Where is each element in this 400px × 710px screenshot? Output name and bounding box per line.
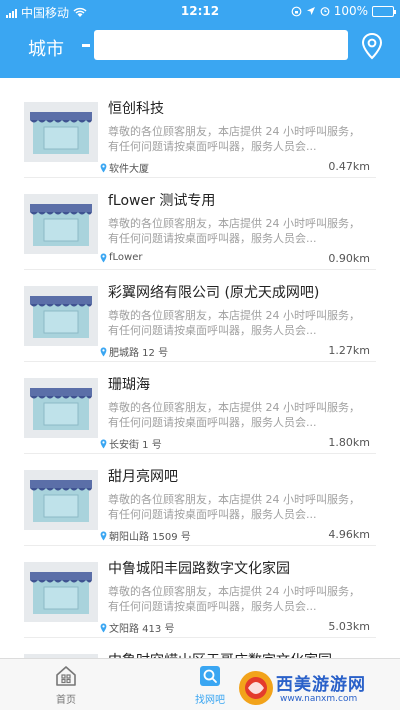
location-pin-icon[interactable] (360, 32, 384, 60)
store-distance: 0.47km (328, 160, 370, 173)
location-arrow-icon (306, 7, 315, 15)
store-thumbnail-icon (24, 378, 98, 438)
store-name: fLower 测试专用 (108, 193, 216, 209)
store-list: 恒创科技尊敬的各位顾客朋友，本店提供 24 小时呼叫服务，有任何问题请按桌面呼叫… (0, 78, 400, 658)
store-name: 甜月亮网吧 (108, 469, 178, 485)
store-description: 尊敬的各位顾客朋友，本店提供 24 小时呼叫服务，有任何问题请按桌面呼叫器，服务… (108, 493, 360, 521)
store-address: 软件大厦 (100, 160, 149, 175)
pin-icon (100, 347, 107, 356)
store-distance: 4.96km (328, 528, 370, 541)
store-description: 尊敬的各位顾客朋友，本店提供 24 小时呼叫服务，有任何问题请按桌面呼叫器，服务… (108, 309, 360, 337)
store-description: 尊敬的各位顾客朋友，本店提供 24 小时呼叫服务，有任何问题请按桌面呼叫器，服务… (108, 585, 360, 613)
alarm-icon (320, 7, 330, 16)
store-address-text: fLower (109, 252, 143, 263)
top-header: 城市 (0, 22, 400, 78)
status-bar: 中国移动 12:12 100% (0, 0, 400, 22)
store-description: 尊敬的各位顾客朋友，本店提供 24 小时呼叫服务，有任何问题请按桌面呼叫器，服务… (108, 217, 360, 245)
store-thumbnail-icon (24, 194, 98, 254)
rotation-lock-icon (291, 6, 302, 16)
store-address: 肥城路 12 号 (100, 344, 168, 359)
city-selector[interactable]: 城市 (28, 35, 64, 61)
store-address: 朝阳山路 1509 号 (100, 528, 191, 543)
store-name: 恒创科技 (108, 101, 164, 117)
store-list-item[interactable]: 中鲁时空崂山区于哥庄数字文化家园 (0, 638, 400, 658)
store-description: 尊敬的各位顾客朋友，本店提供 24 小时呼叫服务，有任何问题请按桌面呼叫器，服务… (108, 125, 360, 153)
store-distance: 1.80km (328, 436, 370, 449)
store-address-text: 朝阳山路 1509 号 (109, 532, 191, 543)
store-thumbnail-icon (24, 470, 98, 530)
store-thumbnail-icon (24, 286, 98, 346)
watermark-logo-icon (239, 671, 273, 705)
store-address-text: 软件大厦 (109, 164, 149, 175)
store-address-text: 肥城路 12 号 (109, 348, 169, 359)
search-store-icon (200, 666, 220, 686)
pin-icon (100, 253, 107, 262)
store-name: 珊瑚海 (108, 377, 150, 393)
store-list-item[interactable]: fLower 测试专用尊敬的各位顾客朋友，本店提供 24 小时呼叫服务，有任何问… (0, 178, 400, 270)
store-name: 中鲁时空崂山区于哥庄数字文化家园 (108, 650, 332, 658)
status-right: 100% (291, 4, 396, 18)
battery-percent: 100% (333, 4, 368, 18)
store-address: fLower (100, 252, 142, 263)
store-address-text: 文阳路 413 号 (109, 624, 175, 635)
store-list-item[interactable]: 甜月亮网吧尊敬的各位顾客朋友，本店提供 24 小时呼叫服务，有任何问题请按桌面呼… (0, 454, 400, 546)
battery-icon (372, 5, 396, 17)
city-dash (82, 44, 90, 47)
store-thumbnail-icon (24, 562, 98, 622)
pin-icon (100, 531, 107, 540)
pin-icon (100, 623, 107, 632)
home-grid-icon (56, 666, 76, 686)
store-distance: 1.27km (328, 344, 370, 357)
store-thumbnail-icon (24, 102, 98, 162)
store-list-item[interactable]: 珊瑚海尊敬的各位顾客朋友，本店提供 24 小时呼叫服务，有任何问题请按桌面呼叫器… (0, 362, 400, 454)
watermark-text: 西美游游网 (276, 675, 366, 695)
tab-home-label: 首页 (56, 695, 76, 706)
site-watermark: 西美游游网 www.nanxm.com (236, 668, 396, 708)
store-distance: 0.90km (328, 252, 370, 265)
store-list-item[interactable]: 中鲁城阳丰园路数字文化家园尊敬的各位顾客朋友，本店提供 24 小时呼叫服务，有任… (0, 546, 400, 638)
tab-find-label: 找网吧 (195, 695, 225, 706)
search-input[interactable] (94, 30, 348, 60)
store-name: 彩翼网络有限公司 (原尤天成网吧) (108, 285, 320, 301)
pin-icon (100, 439, 107, 448)
watermark-url: www.nanxm.com (280, 694, 358, 704)
tab-home[interactable]: 首页 (36, 663, 96, 709)
store-address: 长安街 1 号 (100, 436, 162, 451)
pin-icon (100, 163, 107, 172)
store-distance: 5.03km (328, 620, 370, 633)
store-address-text: 长安街 1 号 (109, 440, 162, 451)
store-list-item[interactable]: 彩翼网络有限公司 (原尤天成网吧) 尊敬的各位顾客朋友，本店提供 24 小时呼叫服… (0, 270, 400, 362)
store-description: 尊敬的各位顾客朋友，本店提供 24 小时呼叫服务，有任何问题请按桌面呼叫器，服务… (108, 401, 360, 429)
store-list-item[interactable]: 恒创科技尊敬的各位顾客朋友，本店提供 24 小时呼叫服务，有任何问题请按桌面呼叫… (0, 86, 400, 178)
store-name: 中鲁城阳丰园路数字文化家园 (108, 561, 290, 577)
store-address: 文阳路 413 号 (100, 620, 174, 635)
tab-find-netcafe[interactable]: 找网吧 (180, 663, 240, 709)
